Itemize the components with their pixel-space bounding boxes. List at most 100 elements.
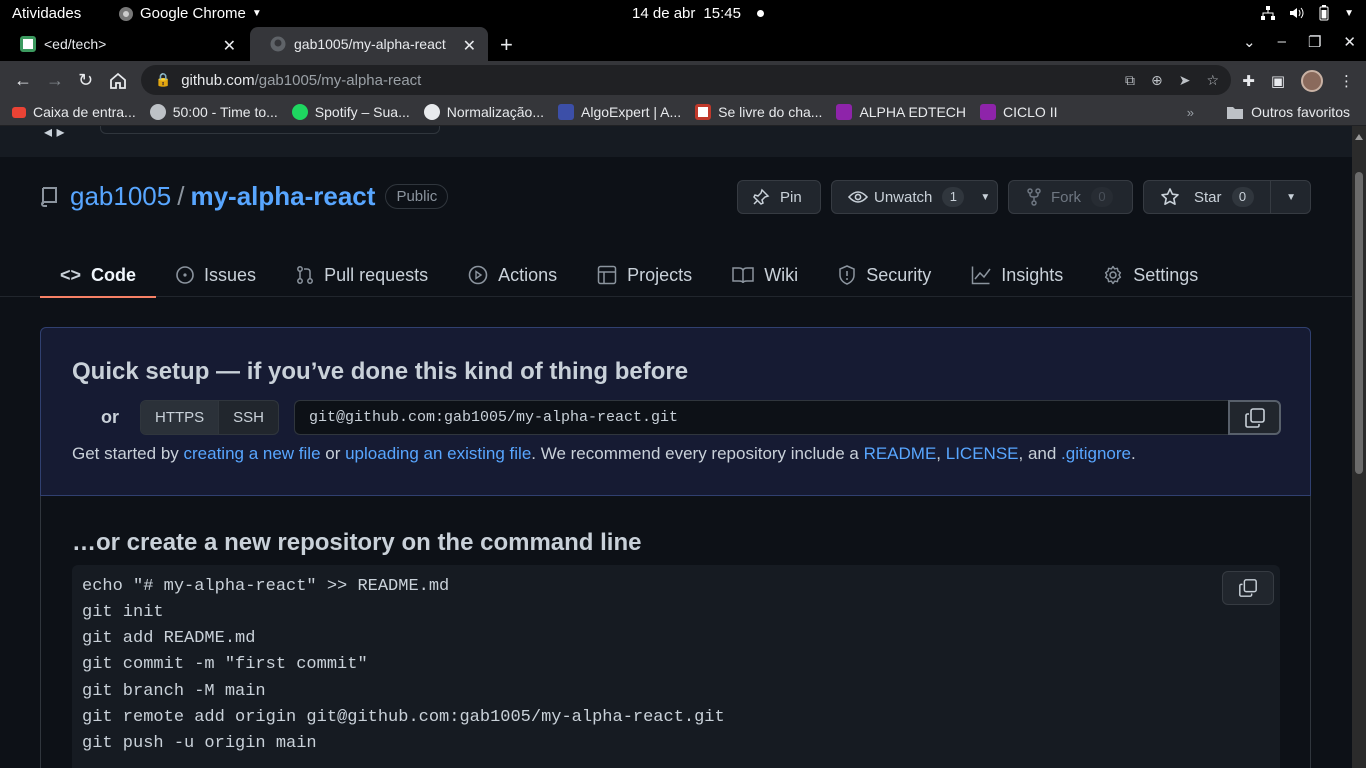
unwatch-button[interactable]: Unwatch 1 ▼ [831, 180, 998, 214]
bookmark-alpha-edtech[interactable]: ALPHA EDTECH [836, 104, 966, 120]
tab-projects[interactable]: Projects [577, 253, 712, 297]
bookmark-spotify[interactable]: Spotify – Sua... [291, 104, 410, 120]
spotify-icon [291, 104, 308, 120]
page-content: ◂ ▸ gab1005 / my-alpha-react Public Pin … [0, 126, 1352, 768]
activities-button[interactable]: Atividades [12, 5, 81, 22]
tab-edtech[interactable]: <ed/tech> ✕ [0, 27, 248, 61]
bookmark-algoexpert[interactable]: AlgoExpert | A... [558, 104, 681, 120]
send-icon[interactable]: ➤ [1179, 72, 1191, 89]
tab-security[interactable]: Security [818, 253, 951, 297]
pin-button[interactable]: Pin [737, 180, 821, 214]
app-menu[interactable]: Google Chrome ▼ [118, 5, 262, 22]
tab-label: Security [866, 264, 932, 285]
minimize-icon[interactable]: – [1278, 33, 1286, 51]
protocol-toggle: HTTPS SSH [140, 400, 280, 435]
close-icon[interactable]: ✕ [223, 36, 236, 56]
pin-label: Pin [780, 188, 802, 206]
create-new-file-link[interactable]: creating a new file [184, 444, 321, 463]
getting-started-hint: Get started by creating a new file or up… [72, 444, 1136, 464]
tab-search-chevron-icon[interactable]: ⌄ [1243, 33, 1256, 51]
star-button[interactable]: Star 0 ▼ [1143, 180, 1311, 214]
other-bookmarks[interactable]: Outros favoritos [1227, 104, 1350, 120]
bookmark-label: Caixa de entra... [33, 104, 136, 120]
system-tray[interactable]: ▼ [1260, 5, 1354, 21]
repo-separator: / [177, 181, 185, 211]
header-nav-arrows-icon[interactable]: ◂ ▸ [44, 126, 65, 142]
upload-file-link[interactable]: uploading an existing file [345, 444, 531, 463]
bookmark-label: CICLO II [1003, 104, 1058, 120]
star-split-divider [1270, 181, 1271, 213]
zoom-icon[interactable]: ⊕ [1151, 72, 1163, 89]
folder-icon [1227, 107, 1244, 119]
address-bar[interactable]: 🔒 github.com/gab1005/my-alpha-react ⧉ ⊕ … [141, 65, 1231, 95]
bookmark-normalizacao[interactable]: Normalização... [423, 104, 544, 120]
repo-name-link[interactable]: my-alpha-react [190, 181, 375, 212]
close-icon[interactable]: ✕ [463, 36, 476, 56]
tab-label: Pull requests [324, 264, 429, 285]
bookmark-se-livre[interactable]: Se livre do cha... [695, 104, 822, 120]
code-line: git remote add origin git@github.com:gab… [82, 708, 725, 727]
code-line: git branch -M main [82, 682, 266, 701]
eye-icon [848, 191, 868, 203]
tab-settings[interactable]: Settings [1083, 253, 1218, 297]
extensions-puzzle-icon[interactable]: ✚ [1242, 72, 1255, 90]
https-button[interactable]: HTTPS [141, 401, 220, 434]
time-label: 15:45 [703, 5, 741, 22]
ssh-button[interactable]: SSH [219, 401, 278, 434]
reload-icon[interactable]: ↻ [78, 70, 93, 91]
license-link[interactable]: LICENSE [946, 444, 1019, 463]
copy-commands-button[interactable] [1222, 571, 1274, 605]
hint-text: . [1130, 444, 1136, 463]
bookmark-star-icon[interactable]: ☆ [1206, 72, 1219, 89]
lock-icon[interactable]: 🔒 [155, 72, 171, 88]
algoexpert-icon [558, 104, 575, 120]
forward-arrow-icon[interactable]: → [46, 70, 64, 91]
watch-label: Unwatch [874, 188, 933, 206]
star-count: 0 [1231, 187, 1254, 207]
caret-down-icon: ▼ [980, 191, 991, 203]
avatar[interactable] [1301, 70, 1323, 92]
kebab-menu-icon[interactable]: ⋮ [1339, 72, 1354, 90]
tab-code[interactable]: <> Code [40, 253, 157, 298]
tab-insights[interactable]: Insights [951, 253, 1083, 297]
maximize-icon[interactable]: ❐ [1308, 33, 1321, 51]
clock[interactable]: 14 de abr 15:45 [632, 5, 764, 22]
tab-issues[interactable]: Issues [156, 253, 276, 297]
copy-url-button[interactable] [1228, 400, 1281, 435]
bookmark-label: AlgoExpert | A... [581, 104, 682, 120]
chrome-icon [119, 6, 133, 21]
bookmark-timer[interactable]: 50:00 - Time to... [149, 104, 278, 120]
side-panel-icon[interactable]: ▣ [1271, 72, 1285, 90]
other-bookmarks-label: Outros favoritos [1251, 104, 1350, 120]
hint-text: , [936, 444, 946, 463]
bookmark-ciclo-ii[interactable]: CICLO II [980, 104, 1058, 120]
search-input[interactable] [100, 126, 440, 134]
tab-wiki[interactable]: Wiki [712, 253, 818, 297]
tab-github-repo[interactable]: gab1005/my-alpha-react ✕ [250, 27, 488, 61]
play-circle-icon [468, 265, 488, 285]
tab-pull-requests[interactable]: Pull requests [276, 253, 448, 297]
chevron-down-icon: ▼ [1344, 7, 1354, 19]
repo-owner-link[interactable]: gab1005 [70, 181, 171, 212]
page-scrollbar[interactable] [1352, 126, 1366, 768]
fork-icon [1027, 188, 1041, 206]
translate-icon[interactable]: ⧉ [1125, 72, 1135, 89]
bookmark-gmail[interactable]: Caixa de entra... [12, 104, 136, 120]
gitignore-link[interactable]: .gitignore [1061, 444, 1131, 463]
fork-button[interactable]: Fork 0 [1008, 180, 1133, 214]
new-tab-plus-icon[interactable]: + [500, 32, 513, 58]
star-icon [1161, 188, 1179, 205]
back-arrow-icon[interactable]: ← [14, 70, 32, 91]
star-list-caret-down-icon[interactable]: ▼ [1286, 192, 1296, 203]
globe-icon [423, 104, 440, 120]
home-icon[interactable] [109, 72, 127, 89]
readme-link[interactable]: README [864, 444, 937, 463]
scrollbar-thumb[interactable] [1355, 172, 1363, 474]
close-window-icon[interactable]: ✕ [1343, 33, 1356, 51]
list-icon [836, 104, 853, 120]
clone-url-field[interactable]: git@github.com:gab1005/my-alpha-react.gi… [294, 400, 1228, 435]
more-bookmarks-icon[interactable]: » [1187, 105, 1194, 120]
scroll-up-arrow-icon[interactable] [1355, 134, 1363, 140]
network-icon [1261, 6, 1276, 20]
tab-actions[interactable]: Actions [448, 253, 577, 297]
